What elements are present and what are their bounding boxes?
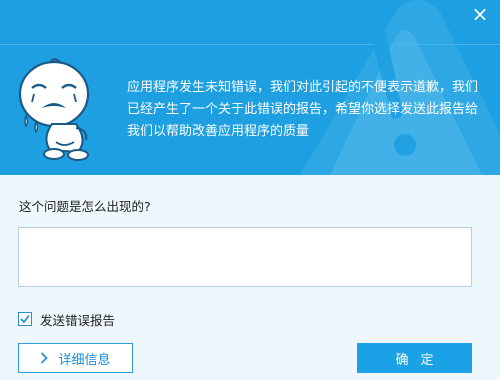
error-message: 应用程序发生未知错误，我们对此引起的不便表示道歉，我们已经产生了一个关于此错误的… [127,80,479,139]
question-label: 这个问题是怎么出现的? [19,199,151,214]
problem-description-input[interactable] [18,227,472,287]
chevron-right-icon [40,352,49,364]
details-button-label: 详细信息 [58,352,111,368]
send-report-label: 发送错误报告 [40,312,116,328]
close-button[interactable]: × [466,2,494,28]
header-banner: × 应用程序发生未知错误，我们对此引起的不便表示道歉，我们已经产生了一个关于此错… [0,0,500,175]
close-icon: × [471,2,489,26]
ok-button-label: 确定 [395,352,446,368]
send-report-checkbox[interactable] [18,312,32,326]
error-report-dialog: × 应用程序发生未知错误，我们对此引起的不便表示道歉，我们已经产生了一个关于此错… [0,0,500,380]
ok-button[interactable]: 确定 [357,343,472,373]
crying-mascot-icon [18,58,90,161]
send-report-checkbox-row[interactable]: 发送错误报告 [18,310,115,328]
checkmark-icon [20,314,30,324]
details-button[interactable]: 详细信息 [18,343,133,373]
